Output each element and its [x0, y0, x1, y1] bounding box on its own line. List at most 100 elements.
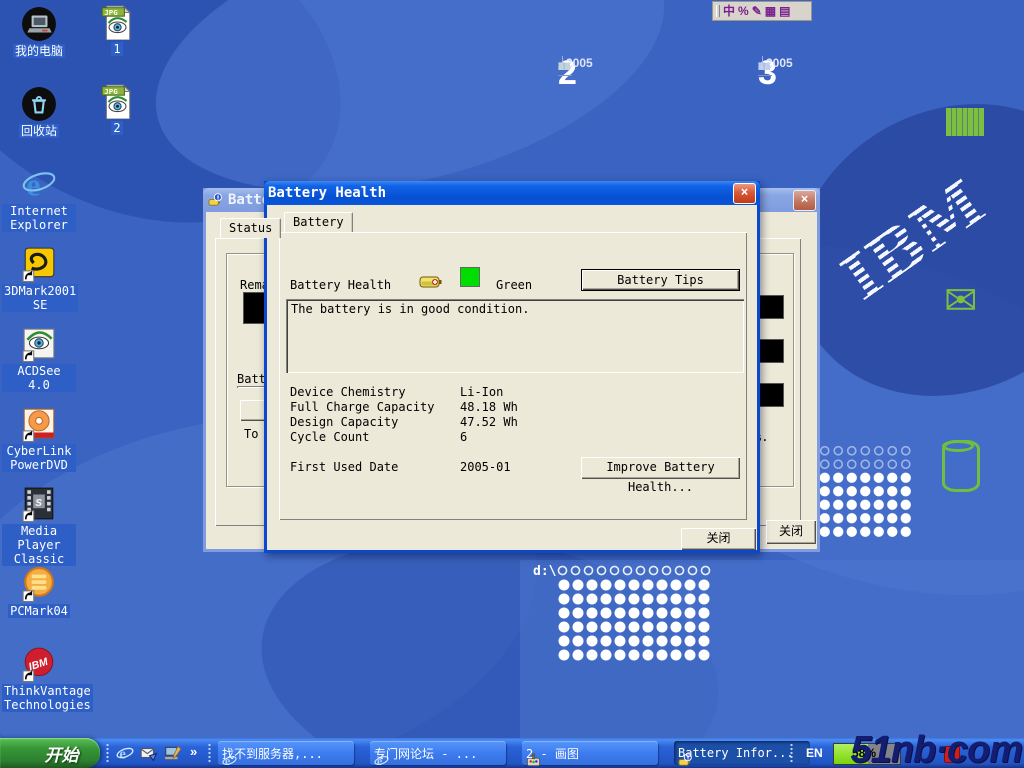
taskbar-button[interactable]: e找不到服务器,...	[218, 741, 354, 765]
desktop-file-1[interactable]: JPG 1	[88, 4, 146, 58]
desktop-icon-label: 3DMark2001 SE	[2, 284, 78, 312]
tab-status[interactable]: Status	[220, 218, 281, 238]
taskbar-button-label: Battery Infor...	[678, 746, 794, 760]
desktop-icon-label: Media Player Classic	[2, 524, 76, 566]
start-label: 开始	[45, 741, 79, 766]
media-player-classic-icon: s	[21, 486, 57, 522]
info-row-label: Design Capacity	[290, 415, 398, 429]
my-computer-icon	[21, 6, 57, 42]
dot-pattern-hollow	[556, 564, 712, 577]
ime-keyboard-icon[interactable]: ▦	[765, 3, 776, 19]
ime-mode-icon[interactable]: %	[738, 3, 749, 19]
language-bar-grip[interactable]	[716, 5, 720, 17]
battery-health-titlebar[interactable]: Battery Health ×	[264, 181, 760, 205]
close-button[interactable]: 关闭	[766, 520, 816, 544]
info-row-label: Full Charge Capacity	[290, 400, 435, 414]
svg-text:e: e	[26, 168, 40, 202]
close-icon[interactable]: ×	[733, 183, 756, 204]
battery-info-rows: Device Chemistry Li-Ion Full Charge Capaci…	[290, 385, 740, 447]
battery-tips-button[interactable]: Battery Tips	[581, 269, 740, 291]
desktop: IBM ✉ d:\ 22005 SMTWTFS12345678910111213…	[0, 0, 1024, 768]
desktop-icon-powerdvd[interactable]: CyberLink PowerDVD	[2, 406, 76, 474]
desktop-icon-label: 2	[111, 121, 122, 135]
dot-pattern-hollow	[818, 444, 913, 471]
battery-dialog-icon	[207, 193, 224, 208]
desktop-icon-pcmark04[interactable]: PCMark04	[2, 566, 76, 620]
green-grid-icon	[946, 108, 984, 136]
battery-health-body: Battery Battery Health Green Battery Tip…	[267, 205, 757, 550]
taskbar-button-label: 2 - 画图	[526, 745, 579, 762]
health-status-text: Green	[496, 278, 532, 292]
start-button[interactable]: 开始	[0, 738, 100, 768]
internet-explorer-icon: e	[21, 166, 57, 202]
drive-label: d:\	[533, 564, 556, 579]
desktop-icon-label: 1	[111, 42, 122, 56]
desktop-icon-label: ACDSee 4.0	[2, 364, 76, 392]
svg-text:JPG: JPG	[104, 87, 118, 96]
tray-grip[interactable]	[790, 743, 793, 763]
svg-text:JPG: JPG	[104, 8, 118, 17]
desktop-icon-my-computer[interactable]: 我的电脑	[2, 6, 76, 60]
desktop-file-2[interactable]: JPG 2	[88, 83, 146, 137]
desktop-icon-media-player-classic[interactable]: s Media Player Classic	[2, 486, 76, 568]
improve-battery-health-button[interactable]: Improve Battery Health...	[581, 457, 740, 479]
desktop-icon-thinkvantage[interactable]: IBMThinkVantage Technologies	[2, 646, 76, 714]
taskbar-button-label: 找不到服务器,...	[222, 745, 323, 762]
dot-pattern-filled	[557, 578, 712, 663]
pcmark04-icon	[21, 566, 57, 602]
battery-icon	[419, 275, 443, 291]
battery-health-dialog: Battery Health × Battery Battery Health …	[264, 181, 760, 553]
ime-chinese-icon[interactable]: 中	[723, 3, 735, 19]
dialog-title: Battery Health	[268, 185, 386, 201]
battery-health-label: Battery Health	[290, 278, 391, 292]
desktop-icon-label: 我的电脑	[13, 44, 65, 58]
info-row-value: Li-Ion	[460, 385, 503, 399]
ime-pen-icon[interactable]: ✎	[752, 3, 762, 19]
desktop-icon-label: PCMark04	[8, 604, 70, 618]
desktop-icon-label: ThinkVantage Technologies	[2, 684, 93, 712]
dot-pattern-filled	[818, 471, 913, 539]
info-row-label: Cycle Count	[290, 430, 369, 444]
desktop-icon-3dmark2001[interactable]: 3DMark2001 SE	[2, 246, 76, 314]
taskbar-button[interactable]: e专门网论坛 - ...	[370, 741, 506, 765]
watermark-51nb: 51nb·com	[851, 729, 1022, 768]
quicklaunch-show-desktop-icon[interactable]	[164, 744, 182, 762]
info-row-value: 47.52 Wh	[460, 415, 518, 429]
thinkvantage-icon: IBM	[21, 646, 57, 682]
toolbar-grip[interactable]	[106, 743, 109, 763]
desktop-icon-label: Internet Explorer	[2, 204, 76, 232]
tab-battery[interactable]: Battery	[284, 212, 353, 232]
quicklaunch-overflow-chevron[interactable]: »	[190, 744, 197, 759]
quicklaunch-ie-icon[interactable]: e	[116, 744, 134, 762]
condition-textbox[interactable]: The battery is in good condition.	[286, 299, 744, 373]
close-button[interactable]: 关闭	[681, 528, 756, 550]
info-row-label: Device Chemistry	[290, 385, 406, 399]
close-icon[interactable]: ×	[793, 190, 816, 211]
desktop-icon-label: 回收站	[19, 124, 59, 138]
task-buttons: e找不到服务器,... e专门网论坛 - ... 2 - 画图 Battery Inf…	[218, 741, 810, 765]
taskbar-button[interactable]: 2 - 画图	[522, 741, 658, 765]
info-row-value: 6	[460, 430, 467, 444]
windows-flag-icon	[22, 745, 40, 761]
quicklaunch-outlook-icon[interactable]	[140, 744, 158, 762]
calendar-day	[758, 60, 762, 74]
3dmark2001-icon	[21, 246, 57, 282]
powerdvd-icon	[21, 406, 57, 442]
tray-language-indicator[interactable]: EN	[806, 746, 823, 760]
taskbar-button-label: 专门网论坛 - ...	[374, 745, 477, 762]
desktop-icon-recycle-bin[interactable]: 回收站	[2, 86, 76, 140]
calendar-day	[558, 60, 562, 74]
green-mail-icon: ✉	[944, 284, 988, 318]
ime-menu-icon[interactable]: ▤	[779, 3, 790, 19]
recycle-bin-icon	[21, 86, 57, 122]
first-used-value: 2005-01	[460, 460, 511, 474]
green-cylinder-icon	[942, 440, 980, 492]
svg-text:s: s	[35, 495, 42, 509]
desktop-icon-acdsee[interactable]: ACDSee 4.0	[2, 326, 76, 394]
desktop-icon-internet-explorer[interactable]: eInternet Explorer	[2, 166, 76, 234]
first-used-label: First Used Date	[290, 460, 398, 474]
toolbar-grip[interactable]	[208, 743, 211, 763]
language-bar[interactable]: 中%✎▦▤	[712, 1, 812, 21]
jpg-file-icon: JPG	[99, 4, 135, 40]
acdsee-icon	[21, 326, 57, 362]
